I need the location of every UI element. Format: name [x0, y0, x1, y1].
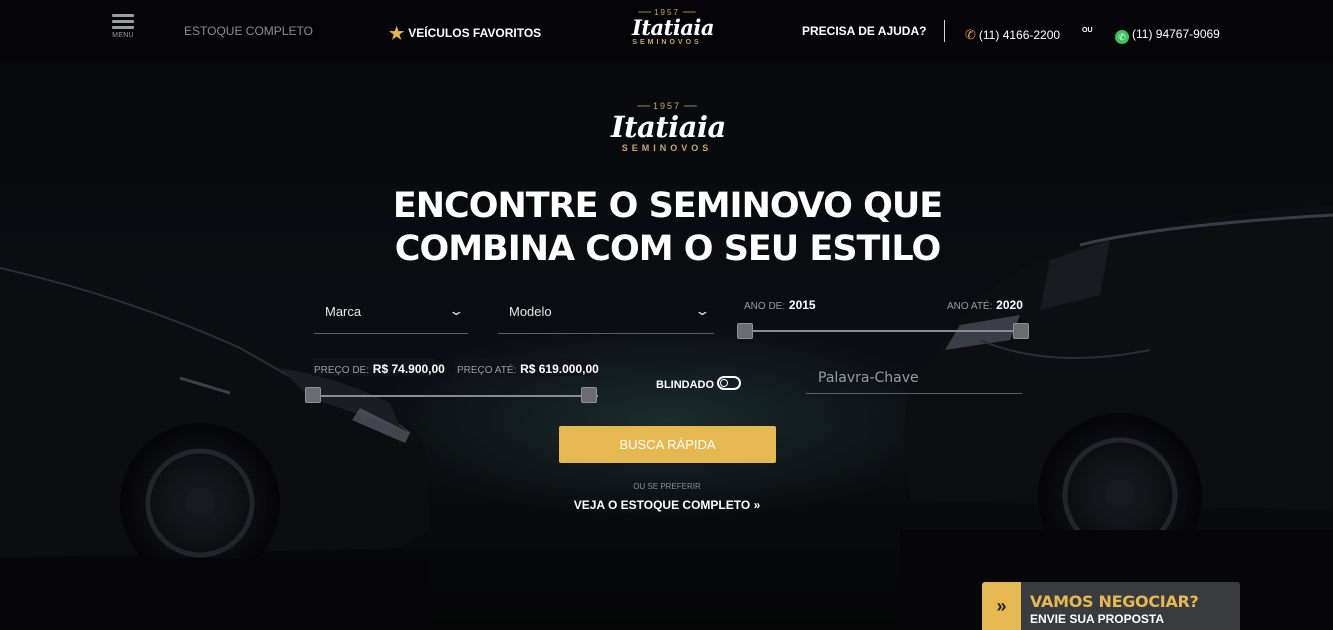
- year-range-track[interactable]: [745, 330, 1022, 332]
- preco-de-label: PREÇO DE:: [314, 365, 370, 376]
- price-max-handle[interactable]: [581, 387, 597, 403]
- site-logo[interactable]: 1957 Itatiaia SEMINOVOS: [632, 8, 715, 46]
- preco-de-display: PREÇO DE: R$ 74.900,00: [314, 362, 445, 376]
- negociar-title: VAMOS NEGOCIAR?: [1030, 592, 1199, 611]
- headline-line-2: COMBINA COM O SEU ESTILO: [394, 229, 941, 269]
- hero-headline: ENCONTRE O SEMINOVO QUE COMBINA COM O SE…: [360, 185, 975, 271]
- top-navigation-bar: MENU ESTOQUE COMPLETO ★ VEÍCULOS FAVORITO…: [0, 0, 1333, 62]
- veja-estoque-label: VEJA O ESTOQUE COMPLETO: [573, 498, 751, 512]
- chevron-down-icon: ⌄: [448, 303, 465, 318]
- year-min-handle[interactable]: [737, 323, 753, 339]
- phone-number: (11) 4166-2200: [978, 28, 1061, 42]
- whatsapp-link[interactable]: ✆ (11) 94767-9069: [1115, 27, 1220, 44]
- veiculos-favoritos-link[interactable]: ★ VEÍCULOS FAVORITOS: [389, 24, 541, 44]
- logo-sub: SEMINOVOS: [632, 39, 702, 46]
- ano-ate-label: ANO ATÉ:: [947, 301, 993, 312]
- modelo-select[interactable]: Modelo ⌄: [498, 294, 714, 334]
- modelo-label: Modelo: [509, 304, 552, 319]
- favoritos-label: VEÍCULOS FAVORITOS: [408, 26, 542, 40]
- hero-logo-name: Itatiaia: [611, 110, 726, 144]
- blindado-toggle[interactable]: [717, 376, 741, 390]
- year-max-handle[interactable]: [1013, 323, 1029, 339]
- header-divider: [944, 20, 945, 42]
- ano-ate-value: 2020: [996, 298, 1023, 312]
- toggle-icon: [720, 379, 728, 387]
- double-chevron-right-icon: »: [753, 498, 761, 512]
- star-icon: ★: [389, 24, 405, 43]
- preco-ate-display: PREÇO ATÉ: R$ 619.000,00: [457, 362, 599, 376]
- keyword-input[interactable]: [806, 364, 1022, 392]
- logo-name: Itatiaia: [632, 15, 715, 40]
- busca-rapida-button[interactable]: BUSCA RÁPIDA: [559, 426, 776, 463]
- headline-line-1: ENCONTRE O SEMINOVO QUE: [392, 186, 943, 226]
- estoque-completo-link[interactable]: ESTOQUE COMPLETO: [184, 24, 313, 38]
- veja-estoque-link[interactable]: VEJA O ESTOQUE COMPLETO »: [566, 498, 768, 512]
- ano-de-value: 2015: [788, 298, 816, 312]
- whatsapp-number: (11) 94767-9069: [1132, 27, 1220, 41]
- hero-logo-sub: SEMINOVOS: [621, 143, 713, 153]
- preco-ate-value: R$ 619.000,00: [520, 362, 599, 376]
- chevron-down-icon: ⌄: [694, 303, 711, 318]
- double-chevron-right-icon: »: [982, 582, 1021, 630]
- ano-ate-display: ANO ATÉ: 2020: [947, 298, 1023, 312]
- price-min-handle[interactable]: [305, 387, 321, 403]
- ou-se-preferir-label: OU SE PREFERIR: [633, 482, 701, 491]
- menu-button[interactable]: MENU: [112, 14, 134, 39]
- menu-icon-bar: [112, 26, 134, 29]
- or-label: OU: [1082, 27, 1093, 34]
- menu-label: MENU: [112, 32, 134, 39]
- phone-icon: ✆: [965, 27, 976, 42]
- whatsapp-icon: ✆: [1115, 30, 1129, 44]
- marca-label: Marca: [325, 304, 362, 319]
- negociar-subtitle: ENVIE SUA PROPOSTA: [1030, 612, 1165, 626]
- preco-de-value: R$ 74.900,00: [372, 362, 445, 376]
- ano-de-display: ANO DE: 2015: [744, 298, 816, 312]
- hero-logo: 1957 Itatiaia SEMINOVOS: [611, 101, 726, 153]
- left-car-image: [0, 241, 430, 630]
- marca-select[interactable]: Marca ⌄: [314, 294, 468, 334]
- precisa-de-ajuda-label: PRECISA DE AJUDA?: [802, 24, 927, 38]
- ano-de-label: ANO DE:: [744, 301, 786, 312]
- price-range-track[interactable]: [313, 395, 598, 397]
- preco-ate-label: PREÇO ATÉ:: [457, 365, 517, 376]
- vamos-negociar-button[interactable]: » VAMOS NEGOCIAR? ENVIE SUA PROPOSTA: [982, 582, 1240, 630]
- phone-link[interactable]: ✆ (11) 4166-2200: [965, 27, 1060, 43]
- keyword-field: [806, 364, 1022, 394]
- menu-icon-bar: [112, 20, 134, 23]
- blindado-label: BLINDADO: [656, 379, 715, 391]
- menu-icon: [112, 14, 134, 17]
